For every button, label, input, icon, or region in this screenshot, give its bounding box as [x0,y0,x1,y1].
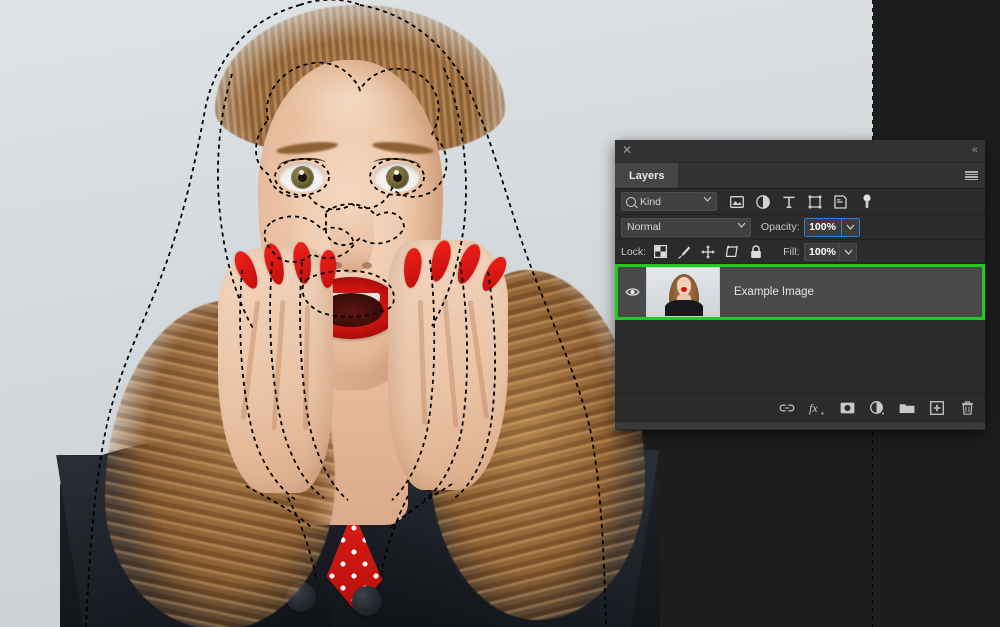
chevron-down-icon [737,222,746,228]
chevron-down-icon [703,196,712,202]
add-layer-mask-icon[interactable] [839,400,855,416]
new-layer-icon[interactable] [929,400,945,416]
lock-artboard-nesting-icon[interactable] [725,245,739,259]
opacity-control[interactable]: 100% [803,217,860,237]
layer-visibility-toggle[interactable] [618,287,646,297]
lock-row: Lock: Fill: 100% [615,240,985,264]
chevron-down-icon [844,249,853,255]
new-fill-adjustment-layer-icon[interactable] [869,400,885,416]
lock-transparent-pixels-icon[interactable] [653,245,667,259]
chevron-down-icon [846,224,854,230]
filter-pixel-layers-icon[interactable] [729,194,744,209]
close-icon[interactable]: ✕ [621,144,633,156]
filter-kind-dropdown[interactable]: Kind [621,192,717,211]
fill-input[interactable]: 100% [805,243,840,260]
panel-menu-icon[interactable] [965,171,978,180]
filter-shape-layers-icon[interactable] [807,194,822,209]
tab-layers[interactable]: Layers [615,163,679,188]
search-icon [626,196,636,207]
layer-row-example-image[interactable]: Example Image [615,264,985,320]
fill-label: Fill: [783,245,800,258]
opacity-label: Opacity: [761,221,800,233]
layer-list[interactable]: Example Image [615,264,985,393]
tab-layers-label: Layers [629,169,665,182]
filter-type-layers-icon[interactable] [781,194,796,209]
blend-mode-dropdown[interactable]: Normal [621,217,751,237]
eye-icon [624,288,640,296]
opacity-input[interactable]: 100% [804,218,841,236]
blend-mode-row: Normal Opacity: 100% [615,215,985,240]
layers-panel[interactable]: ✕ « Layers Kind Normal Opacity: 100% Loc… [615,140,985,430]
lock-position-icon[interactable] [701,244,715,259]
fill-control[interactable]: 100% [804,242,858,261]
opacity-dropdown-button[interactable] [840,218,859,236]
filter-type-icons [729,194,874,209]
lock-label: Lock: [621,245,647,258]
filter-toggle-switch-icon[interactable] [859,194,874,209]
panel-titlebar: ✕ « [615,140,985,163]
filter-adjustment-layers-icon[interactable] [755,194,770,209]
new-group-icon[interactable] [899,400,915,416]
lock-icons [653,244,763,259]
link-layers-icon[interactable] [779,400,795,416]
svg-text:fx: fx [809,401,818,415]
fill-dropdown-button[interactable] [839,243,857,260]
layer-style-fx-icon[interactable]: fx [809,400,825,416]
panel-bottom-toolbar: fx [615,393,985,421]
lock-image-pixels-icon[interactable] [677,245,691,259]
layer-name[interactable]: Example Image [734,286,814,298]
layer-thumbnail[interactable] [646,267,720,317]
blend-mode-value: Normal [627,221,661,233]
photoshop-screenshot: ✕ « Layers Kind Normal Opacity: 100% Loc… [0,0,1000,627]
panel-tab-row: Layers [615,163,985,189]
panel-resize-handle[interactable] [615,421,985,429]
layer-filter-row: Kind [615,189,985,215]
delete-layer-icon[interactable] [959,400,975,416]
collapse-to-icons-icon[interactable]: « [972,144,978,156]
lock-all-icon[interactable] [749,244,763,259]
filter-kind-label: Kind [640,195,662,208]
filter-smart-object-icon[interactable] [833,194,848,209]
